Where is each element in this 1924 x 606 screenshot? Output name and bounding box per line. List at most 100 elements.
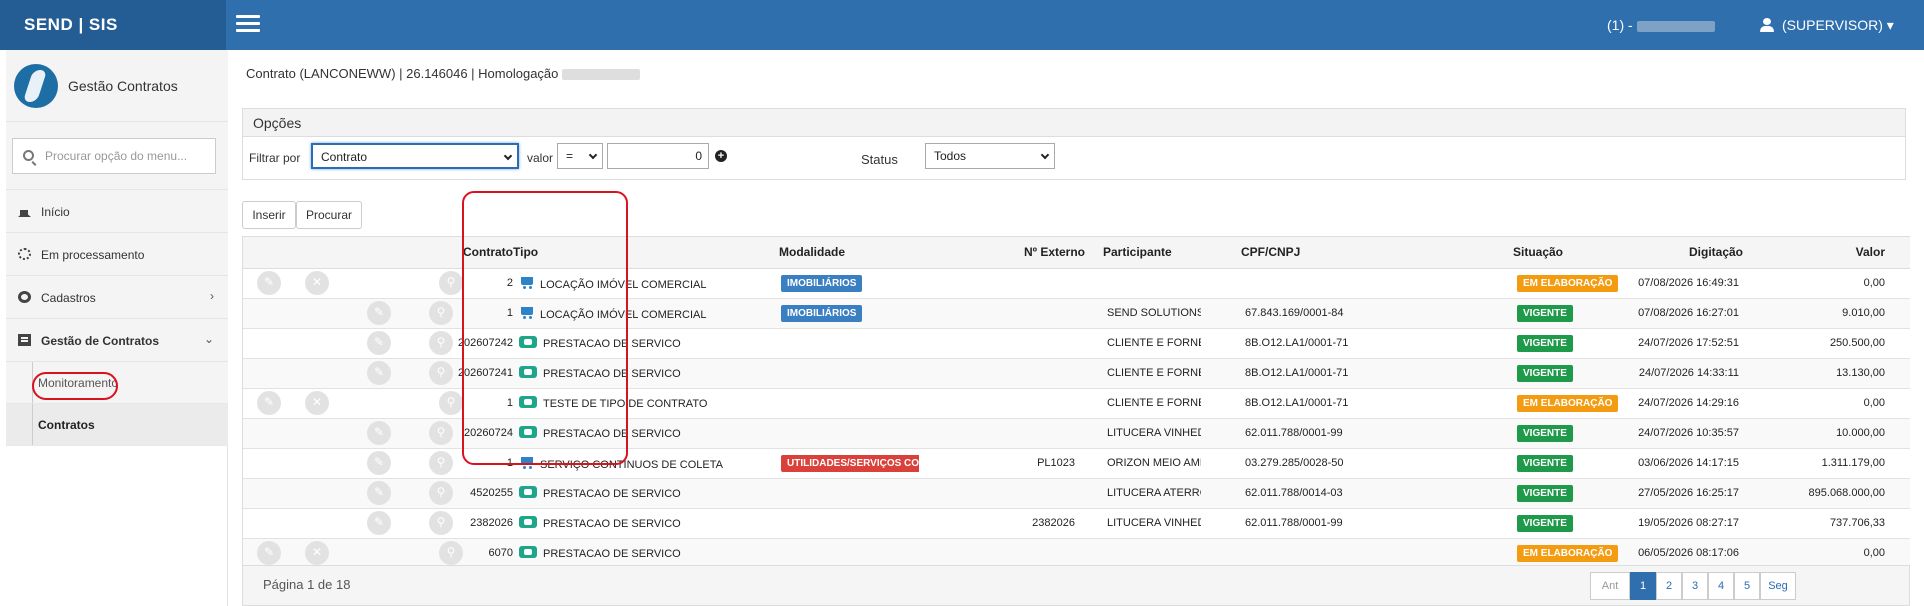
contract-value: 0,00 <box>1751 268 1897 299</box>
sidebar-item-label: Em processamento <box>41 248 145 262</box>
insert-button[interactable]: Inserir <box>242 201 296 229</box>
sidebar-item-inicio[interactable]: Início <box>6 190 228 233</box>
sidebar-item-gestao-de-contratos[interactable]: Gestão de Contratos ⌄ <box>6 319 228 362</box>
view-icon[interactable] <box>429 301 453 325</box>
col-cnpj[interactable]: CPF/CNPJ <box>1201 237 1465 269</box>
view-icon[interactable] <box>439 541 463 565</box>
edit-icon[interactable] <box>367 511 391 535</box>
external-number <box>919 358 1099 389</box>
search-button[interactable]: Procurar <box>296 201 362 229</box>
delete-icon[interactable] <box>305 391 329 415</box>
options-panel: Opções Filtrar por Contrato valor = 0 + … <box>242 108 1906 180</box>
entry-date: 27/05/2026 16:25:17 <box>1623 478 1751 509</box>
filter-select[interactable]: Contrato <box>311 143 519 169</box>
contract-number: 6070 <box>488 547 513 559</box>
view-icon[interactable] <box>429 481 453 505</box>
status-badge: VIGENTE <box>1517 334 1573 352</box>
table-row[interactable]: 4520255 PRESTACAO DE SERVICO LITUCERA ATER… <box>243 478 1910 509</box>
notification-counter[interactable]: (1) - <box>1607 0 1715 50</box>
contract-value: 13.130,00 <box>1751 358 1897 389</box>
view-icon[interactable] <box>429 421 453 445</box>
status-badge: VIGENTE <box>1517 454 1573 472</box>
participant: LITUCERA ATERRO <box>1099 478 1201 509</box>
contract-value: 895.068.000,00 <box>1751 478 1897 509</box>
participant: LITUCERA VINHEDO <box>1099 508 1201 539</box>
document-icon <box>18 334 31 346</box>
page-button-3[interactable]: 3 <box>1682 572 1708 600</box>
entry-date: 24/07/2026 14:33:11 <box>1623 358 1751 389</box>
edit-icon[interactable] <box>367 421 391 445</box>
external-number: 2382026 <box>919 508 1099 539</box>
table-row[interactable]: 6070 PRESTACAO DE SERVICO EM ELABORAÇÃO06/… <box>243 538 1910 565</box>
status-badge: VIGENTE <box>1517 364 1573 382</box>
sidebar-item-label: Início <box>41 205 70 219</box>
status-select[interactable]: Todos <box>925 143 1055 169</box>
cnpj: 62.011.788/0014-03 <box>1201 478 1465 509</box>
view-icon[interactable] <box>439 391 463 415</box>
valor-label: valor <box>527 151 554 165</box>
col-valor[interactable]: Valor <box>1751 237 1897 269</box>
chevron-down-icon <box>1040 150 1050 160</box>
module-title: Gestão Contratos <box>68 78 178 94</box>
next-page-button[interactable]: Seg <box>1760 572 1796 600</box>
status-badge: EM ELABORAÇÃO <box>1517 274 1619 292</box>
add-filter-icon[interactable]: + <box>715 150 727 162</box>
edit-icon[interactable] <box>257 541 281 565</box>
cnpj: 03.279.285/0028-50 <box>1201 448 1465 479</box>
value-input[interactable]: 0 <box>607 143 709 169</box>
cnpj: 62.011.788/0001-99 <box>1201 418 1465 449</box>
view-icon[interactable] <box>429 361 453 385</box>
view-icon[interactable] <box>429 511 453 535</box>
delete-icon[interactable] <box>305 271 329 295</box>
contract-number: 2382026 <box>470 517 513 529</box>
edit-icon[interactable] <box>367 451 391 475</box>
chevron-down-icon: ⌄ <box>203 332 214 346</box>
edit-icon[interactable] <box>367 331 391 355</box>
table-row[interactable]: 2382026PRESTACAO DE SERVICO2382026LITUCE… <box>243 508 1910 539</box>
cnpj <box>1201 538 1465 565</box>
edit-icon[interactable] <box>367 481 391 505</box>
edit-icon[interactable] <box>367 301 391 325</box>
sidebar-item-cadastros[interactable]: Cadastros › <box>6 276 228 319</box>
search-icon <box>23 150 34 161</box>
page-button-5[interactable]: 5 <box>1734 572 1760 600</box>
col-externo[interactable]: Nº Externo <box>919 237 1099 269</box>
entry-date: 24/07/2026 17:52:51 <box>1623 328 1751 359</box>
col-participante[interactable]: Participante <box>1099 237 1201 269</box>
external-number <box>919 538 1099 565</box>
entry-date: 06/05/2026 08:17:06 <box>1623 538 1751 565</box>
entry-date: 07/08/2026 16:49:31 <box>1623 268 1751 299</box>
operator-select[interactable]: = <box>557 143 603 169</box>
brand-logo[interactable]: SEND | SIS <box>0 0 226 50</box>
view-icon[interactable] <box>439 271 463 295</box>
page-button-4[interactable]: 4 <box>1708 572 1734 600</box>
view-icon[interactable] <box>429 331 453 355</box>
menu-search-box[interactable] <box>12 138 216 174</box>
col-modalidade[interactable]: Modalidade <box>779 237 919 269</box>
page-button-2[interactable]: 2 <box>1656 572 1682 600</box>
page-button-1[interactable]: 1 <box>1630 572 1656 600</box>
redacted-text <box>562 69 641 81</box>
edit-icon[interactable] <box>257 391 281 415</box>
col-digitacao[interactable]: Digitação <box>1623 237 1751 269</box>
module-logo-icon <box>14 64 58 108</box>
delete-icon[interactable] <box>305 541 329 565</box>
status-badge: EM ELABORAÇÃO <box>1517 394 1619 412</box>
modalidade-badge: UTILIDADES/SERVIÇOS CONTÍNUOS <box>781 454 919 472</box>
user-menu[interactable]: (SUPERVISOR) ▾ <box>1760 0 1894 50</box>
menu-search-input[interactable] <box>45 139 213 173</box>
menu-toggle-icon[interactable] <box>236 15 260 33</box>
col-situacao[interactable]: Situação <box>1465 237 1623 269</box>
sidebar-item-em-processamento[interactable]: Em processamento <box>6 233 228 276</box>
status-badge: VIGENTE <box>1517 484 1573 502</box>
edit-icon[interactable] <box>257 271 281 295</box>
external-number <box>919 388 1099 419</box>
handshake-icon <box>519 516 537 528</box>
participant: CLIENTE E FORNECEDOR CNPJ ALFANUMERICO <box>1099 328 1201 359</box>
handshake-icon <box>519 486 537 498</box>
sidebar-subitem-contratos[interactable]: Contratos <box>6 404 228 446</box>
entry-date: 24/07/2026 14:29:16 <box>1623 388 1751 419</box>
view-icon[interactable] <box>429 451 453 475</box>
edit-icon[interactable] <box>367 361 391 385</box>
prev-page-button[interactable]: Ant <box>1590 572 1630 600</box>
